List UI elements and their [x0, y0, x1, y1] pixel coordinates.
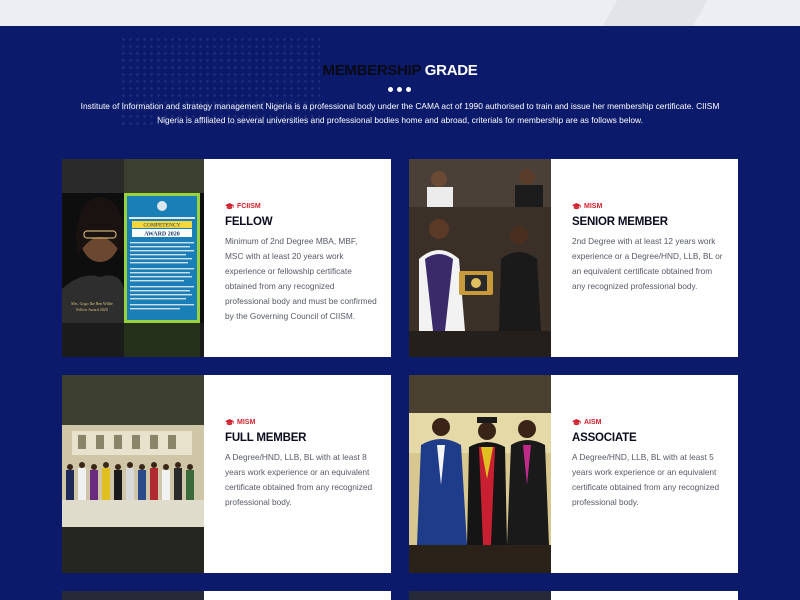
- card-description: 2nd Degree with at least 12 years work e…: [572, 236, 723, 291]
- badge-label: AISM: [584, 419, 602, 426]
- intro-paragraph: Institute of Information and strategy ma…: [80, 101, 720, 125]
- card-photo: [62, 375, 204, 573]
- graduation-cap-icon: [225, 203, 234, 210]
- poster-caption1: Mrs. Gogo Ike Ben Willie: [71, 301, 113, 306]
- card-content: FCIISM FELLOW Minimum of 2nd Degree MBA,…: [225, 203, 377, 324]
- heading-part2: GRADE: [424, 62, 478, 79]
- badge-label: MISM: [237, 419, 256, 426]
- badge-label: FCIISM: [237, 203, 261, 210]
- top-strip: [0, 0, 800, 26]
- membership-card-partial-left: [62, 591, 391, 600]
- poster-line2: AWARD 2020: [144, 232, 180, 238]
- card-description: A Degree/HND, LLB, BL with at least 8 ye…: [225, 452, 373, 507]
- membership-card-associate: AISM ASSOCIATE A Degree/HND, LLB, BL wit…: [409, 375, 738, 573]
- graduation-cap-icon: [572, 203, 581, 210]
- card-title: FELLOW: [225, 216, 273, 228]
- poster-line1: COMPETENCY: [143, 223, 180, 229]
- membership-card-senior-member: MISM SENIOR MEMBER 2nd Degree with at le…: [409, 159, 738, 357]
- section-heading: MEMBERSHIP GRADE: [0, 62, 800, 79]
- membership-card-fellow: COMPETENCY AWARD 2020 Mrs. Gogo Ike Ben …: [62, 159, 391, 357]
- membership-card-partial-right: [409, 591, 738, 600]
- heading-part1: MEMBERSHIP: [322, 62, 422, 79]
- card-title: ASSOCIATE: [572, 432, 637, 444]
- card-badge: AISM: [572, 419, 724, 426]
- card-photo: COMPETENCY AWARD 2020 Mrs. Gogo Ike Ben …: [62, 159, 204, 357]
- card-badge: FCIISM: [225, 203, 377, 210]
- card-photo: [409, 159, 551, 357]
- card-content: MISM FULL MEMBER A Degree/HND, LLB, BL w…: [225, 419, 377, 510]
- card-badge: MISM: [572, 203, 724, 210]
- poster-caption2: Fellow Award 2020: [76, 307, 107, 312]
- badge-label: MISM: [584, 203, 603, 210]
- card-title: FULL MEMBER: [225, 432, 307, 444]
- heading-divider-dots: [388, 87, 411, 92]
- membership-grade-section: MEMBERSHIP GRADE Institute of Informatio…: [0, 26, 800, 600]
- card-content: MISM SENIOR MEMBER 2nd Degree with at le…: [572, 203, 724, 294]
- card-badge: MISM: [225, 419, 377, 426]
- card-description: A Degree/HND, LLB, BL with at least 5 ye…: [572, 452, 720, 507]
- card-content: AISM ASSOCIATE A Degree/HND, LLB, BL wit…: [572, 419, 724, 510]
- graduation-cap-icon: [225, 419, 234, 426]
- card-photo: [409, 375, 551, 573]
- card-title: SENIOR MEMBER: [572, 216, 668, 228]
- card-description: Minimum of 2nd Degree MBA, MBF, MSC with…: [225, 236, 377, 321]
- graduation-cap-icon: [572, 419, 581, 426]
- membership-card-full-member: MISM FULL MEMBER A Degree/HND, LLB, BL w…: [62, 375, 391, 573]
